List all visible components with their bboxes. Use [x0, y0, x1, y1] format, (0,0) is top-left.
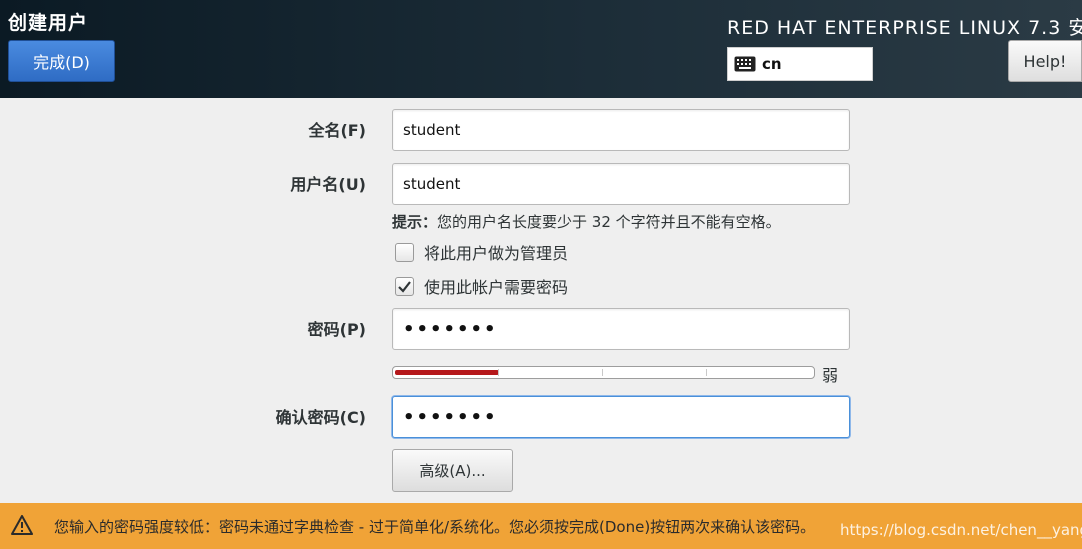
fullname-input[interactable]: student [392, 109, 850, 151]
username-label-row: 用户名(U) [106, 163, 366, 203]
admin-checkbox-label: 将此用户做为管理员 [424, 244, 569, 263]
hint-text: 您的用户名长度要少于 32 个字符并且不能有空格。 [437, 213, 781, 231]
strength-segment-divider [706, 369, 707, 376]
username-label: 用户名(U) [290, 175, 366, 194]
fullname-value: student [403, 121, 461, 139]
strength-segment-divider [498, 369, 499, 376]
strength-segment-divider [602, 369, 603, 376]
password-label-row: 密码(P) [106, 308, 366, 348]
product-title: RED HAT ENTERPRISE LINUX 7.3 安装 [727, 17, 1082, 39]
password-value: ••••••• [403, 318, 498, 340]
username-hint: 提示：您的用户名长度要少于 32 个字符并且不能有空格。 [392, 211, 781, 232]
warning-bar[interactable]: 您输入的密码强度较低：密码未通过字典检查 - 过于简单化/系统化。您必须按完成(… [0, 503, 1082, 549]
keyboard-layout-label: cn [762, 55, 782, 73]
fullname-label-row: 全名(F) [106, 109, 366, 149]
page-title: 创建用户 [8, 12, 89, 34]
require-password-checkbox-row[interactable]: 使用此帐户需要密码 [395, 275, 568, 297]
checkmark-icon [398, 280, 411, 293]
confirm-password-input[interactable]: ••••••• [392, 396, 850, 438]
username-value: student [403, 175, 461, 193]
done-button[interactable]: 完成(D) [8, 40, 115, 82]
password-strength-label: 弱 [822, 366, 839, 385]
username-input[interactable]: student [392, 163, 850, 205]
confirm-label-row: 确认密码(C) [106, 396, 366, 436]
keyboard-layout-indicator[interactable]: cn [727, 47, 873, 81]
password-input[interactable]: ••••••• [392, 308, 850, 350]
warning-message: 您输入的密码强度较低：密码未通过字典检查 - 过于简单化/系统化。您必须按完成(… [54, 518, 816, 536]
require-password-checkbox-label: 使用此帐户需要密码 [424, 278, 569, 297]
header-bar: 创建用户 完成(D) RED HAT ENTERPRISE LINUX 7.3 … [0, 0, 1082, 98]
watermark-text: https://blog.csdn.net/chen__yang_ [840, 521, 1082, 539]
hint-prefix: 提示： [392, 213, 438, 231]
fullname-label: 全名(F) [308, 121, 366, 140]
keyboard-icon [734, 56, 756, 72]
confirm-password-value: ••••••• [403, 406, 498, 428]
admin-checkbox-row[interactable]: 将此用户做为管理员 [395, 241, 568, 263]
require-password-checkbox[interactable] [395, 276, 414, 296]
admin-checkbox[interactable] [395, 242, 414, 262]
help-button[interactable]: Help! [1008, 40, 1082, 82]
strength-fill [395, 370, 499, 375]
advanced-button[interactable]: 高级(A)... [392, 449, 513, 492]
confirm-password-label: 确认密码(C) [275, 408, 366, 427]
warning-icon [11, 515, 33, 535]
password-strength-meter [392, 366, 815, 379]
password-label: 密码(P) [307, 320, 366, 339]
